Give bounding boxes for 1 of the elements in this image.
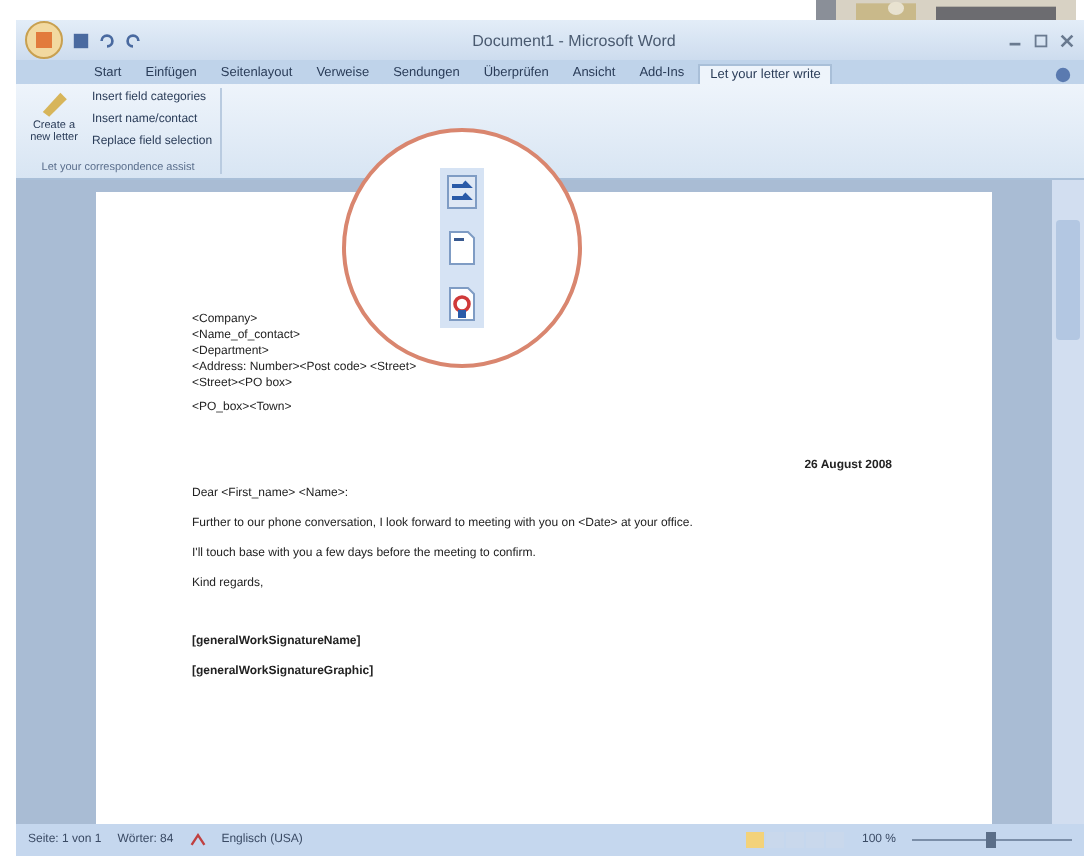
- window-title: Document1 - Microsoft Word: [470, 31, 678, 49]
